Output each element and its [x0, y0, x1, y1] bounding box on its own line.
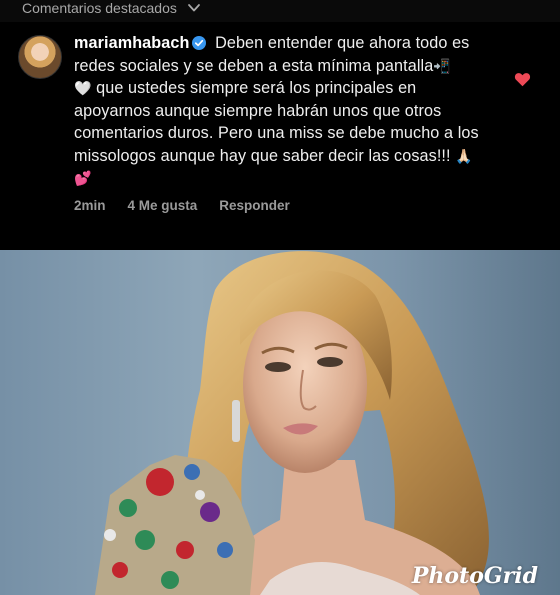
comment-username[interactable]: mariamhabach	[74, 34, 189, 52]
featured-comments-bar: Comentarios destacados	[0, 0, 560, 22]
comment-text-part2: que ustedes siempre será los principales…	[74, 79, 479, 165]
avatar[interactable]	[18, 35, 62, 79]
comment-meta: 2min 4 Me gusta Responder	[74, 198, 312, 213]
comment-body: mariamhabach Deben entender que ahora to…	[74, 32, 484, 190]
photogrid-watermark: PhotoGrid	[411, 563, 538, 589]
post-photo: PhotoGrid	[0, 250, 560, 595]
section-title: Comentarios destacados	[22, 0, 177, 16]
reply-button[interactable]: Responder	[219, 198, 290, 213]
featured-comments-toggle[interactable]: Comentarios destacados	[22, 0, 201, 16]
verified-badge-icon	[192, 36, 207, 50]
likes-count[interactable]: 4 Me gusta	[128, 198, 198, 213]
portrait-image	[95, 251, 489, 595]
white-heart-emoji: 🤍	[74, 80, 92, 96]
phone-emoji: 📲	[433, 57, 451, 74]
chevron-down-icon	[187, 4, 200, 12]
like-heart-icon[interactable]	[514, 72, 531, 87]
comment-time: 2min	[74, 198, 106, 213]
